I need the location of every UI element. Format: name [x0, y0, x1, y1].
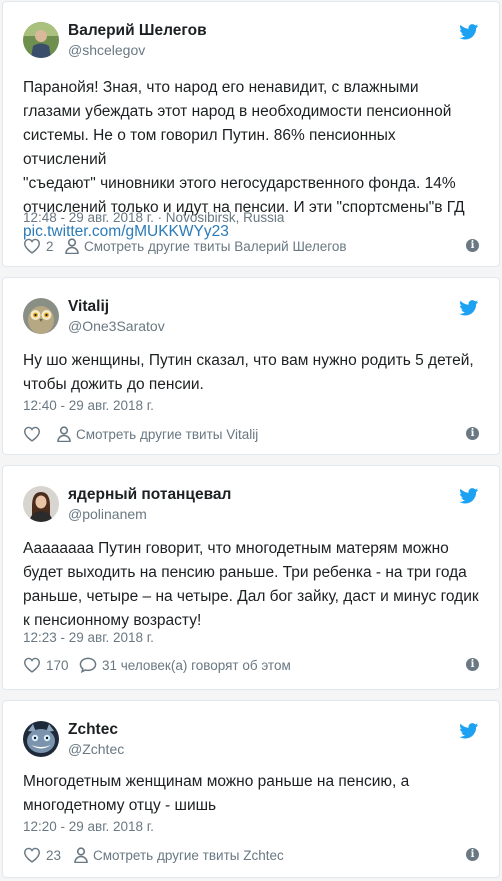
tweet-timestamp[interactable]: 12:20 - 29 авг. 2018 г.	[23, 819, 154, 834]
heart-icon	[23, 657, 41, 673]
tweet-header: Vitalij @One3Saratov	[3, 278, 499, 338]
like-count: 23	[46, 847, 62, 863]
author-handle[interactable]: @Zchtec	[68, 741, 124, 757]
author-name[interactable]: Zchtec	[68, 721, 118, 739]
tweet-text-line: будет выходить на пенсию раньше. Три реб…	[23, 564, 467, 581]
like-count: 2	[46, 238, 54, 254]
tweet-card: ядерный потанцевал @polinanem Аааааааа П…	[2, 465, 500, 690]
person-icon	[74, 847, 88, 863]
like-button[interactable]	[23, 423, 46, 445]
replies-link[interactable]: 31 человек(а) говорят об этом	[79, 654, 291, 676]
tweet-text-line: "съедают" чиновники этого негосударствен…	[23, 175, 456, 192]
twitter-bird-icon[interactable]	[459, 488, 479, 504]
like-button[interactable]: 23	[23, 844, 61, 866]
more-tweets-link[interactable]: Смотреть другие твиты Vitalij	[57, 423, 258, 445]
author-handle[interactable]: @polinanem	[68, 506, 147, 522]
heart-icon	[23, 426, 41, 442]
tweet-text: Многодетным женщинам можно раньше на пен…	[23, 770, 483, 818]
heart-icon	[23, 238, 41, 254]
like-count: 170	[46, 657, 69, 673]
tweet-actions: 23 Смотреть другие твиты Zchtec i	[23, 844, 479, 866]
info-icon[interactable]: i	[466, 239, 479, 252]
replies-label: 31 человек(а) говорят об этом	[102, 657, 291, 673]
like-button[interactable]: 170	[23, 654, 69, 676]
avatar[interactable]	[23, 22, 59, 58]
avatar[interactable]	[23, 721, 59, 757]
author-name[interactable]: ядерный потанцевал	[68, 486, 231, 504]
author-name[interactable]: Валерий Шелегов	[68, 22, 207, 40]
more-tweets-link[interactable]: Смотреть другие твиты Zchtec	[74, 844, 284, 866]
more-tweets-label: Смотреть другие твиты Zchtec	[93, 847, 284, 863]
more-tweets-label: Смотреть другие твиты Валерий Шелегов	[84, 238, 347, 254]
tweet-card: Zchtec @Zchtec Многодетным женщинам можн…	[2, 700, 500, 878]
tweet-actions: 170 31 человек(а) говорят об этом i	[23, 654, 479, 676]
tweet-actions: Смотреть другие твиты Vitalij i	[23, 423, 479, 445]
like-button[interactable]: 2	[23, 235, 54, 257]
tweet-text-line: Многодетным женщинам можно раньше на пен…	[23, 773, 410, 790]
twitter-bird-icon[interactable]	[459, 24, 479, 40]
info-icon[interactable]: i	[466, 427, 479, 440]
tweet-card: Vitalij @One3Saratov Ну шо женщины, Пути…	[2, 277, 500, 455]
tweet-text-line: Паранойя! Зная, что народ его ненавидит,…	[23, 79, 419, 96]
tweet-text-line: Ну шо женщины, Путин сказал, что вам нуж…	[23, 352, 474, 369]
avatar[interactable]	[23, 486, 59, 522]
tweet-timestamp[interactable]: 12:23 - 29 авг. 2018 г.	[23, 630, 154, 645]
author-handle[interactable]: @One3Saratov	[68, 318, 165, 334]
tweet-text-line: многодетному отцу - шишь	[23, 797, 217, 814]
tweet-text-line: раньше, четыре – на четыре. Дал бог зайк…	[23, 588, 479, 605]
info-icon[interactable]: i	[466, 848, 479, 861]
tweet-actions: 2 Смотреть другие твиты Валерий Шелегов …	[23, 235, 479, 257]
speech-bubble-icon	[79, 657, 97, 673]
heart-icon	[23, 847, 41, 863]
twitter-bird-icon[interactable]	[459, 723, 479, 739]
tweet-text-line: системы. Не о том говорил Путин. 86% пен…	[23, 127, 396, 168]
author-handle[interactable]: @shcelegov	[68, 42, 145, 58]
tweet-text-line: чтобы дожить до пенсии.	[23, 376, 204, 393]
author-name[interactable]: Vitalij	[68, 298, 109, 316]
tweet-header: Zchtec @Zchtec	[3, 701, 499, 761]
tweet-timestamp[interactable]: 12:48 - 29 авг. 2018 г. · Novosibirsk, R…	[23, 210, 284, 225]
twitter-bird-icon[interactable]	[459, 300, 479, 316]
more-tweets-link[interactable]: Смотреть другие твиты Валерий Шелегов	[65, 235, 347, 257]
tweet-text: Ну шо женщины, Путин сказал, что вам нуж…	[23, 349, 483, 397]
info-icon[interactable]: i	[466, 658, 479, 671]
avatar[interactable]	[23, 298, 59, 334]
person-icon	[65, 238, 79, 254]
tweet-header: Валерий Шелегов @shcelegov	[3, 2, 499, 62]
tweet-text-line: глазами убеждать этот народ в необходимо…	[23, 103, 452, 120]
tweet-text-line: Аааааааа Путин говорит, что многодетным …	[23, 540, 449, 557]
more-tweets-label: Смотреть другие твиты Vitalij	[76, 426, 259, 442]
tweet-header: ядерный потанцевал @polinanem	[3, 466, 499, 526]
tweet-card: Валерий Шелегов @shcelegov Паранойя! Зна…	[2, 1, 500, 267]
tweet-text: Аааааааа Путин говорит, что многодетным …	[23, 537, 483, 633]
tweet-timestamp[interactable]: 12:40 - 29 авг. 2018 г.	[23, 398, 154, 413]
person-icon	[57, 426, 71, 442]
